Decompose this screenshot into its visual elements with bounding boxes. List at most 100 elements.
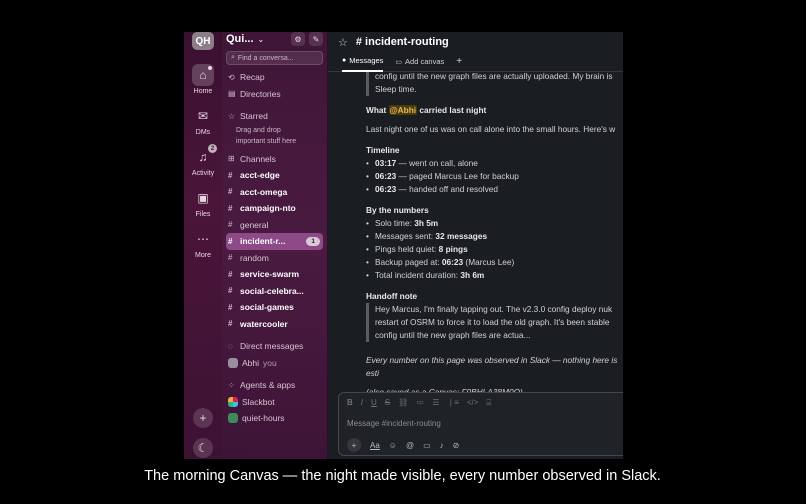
tab-messages[interactable]: ● Messages xyxy=(342,52,384,72)
hash-icon: # xyxy=(228,236,233,246)
numbers-list: Solo time: 3h 5m Messages sent: 32 messa… xyxy=(366,217,623,282)
list-item: Solo time: 3h 5m xyxy=(366,217,623,230)
sidebar-item-dm[interactable]: Abhi you xyxy=(226,355,323,372)
section-starred[interactable]: ☆ Starred xyxy=(226,108,323,125)
sidebar-item-app[interactable]: quiet-hours xyxy=(226,410,323,427)
italic-icon[interactable]: I xyxy=(361,398,363,408)
starred-note: important stuff here xyxy=(236,137,297,145)
item-text: Backup paged at: xyxy=(375,257,442,267)
list-item: 06:23 — paged Marcus Lee for backup xyxy=(366,170,623,183)
hash-icon: # xyxy=(228,269,233,279)
rail-dms[interactable]: ✉ DMs xyxy=(192,105,214,136)
item-text: Solo time: xyxy=(375,218,415,228)
sidebar-item-channel[interactable]: # watercooler xyxy=(226,316,323,333)
shortcuts-icon[interactable]: ⊘ xyxy=(453,441,460,450)
emoji-icon[interactable]: ☺ xyxy=(389,441,397,450)
format-toolbar: B I U S ⛓ ≔ ☰ ❘≡ </> ⌸ xyxy=(339,393,623,413)
sidebar-item-channel[interactable]: # acct-edge xyxy=(226,167,323,184)
activity-badge: 2 xyxy=(208,144,218,153)
hash-icon: # xyxy=(228,170,233,180)
hash-icon: # xyxy=(228,220,233,230)
gear-icon[interactable]: ⚙ xyxy=(291,32,305,46)
new-message-button[interactable]: + xyxy=(193,408,213,428)
chevron-down-icon[interactable]: ⌄ xyxy=(258,35,265,44)
add-tab-button[interactable]: + xyxy=(456,52,462,72)
starred-note: Drag and drop xyxy=(236,126,281,134)
item-value: 8 pings xyxy=(438,244,468,254)
quote-line: config until the new graph files are act… xyxy=(375,330,531,340)
files-icon: ▣ xyxy=(197,191,209,205)
message-input[interactable]: Message #incident-routing xyxy=(339,413,623,434)
format-toggle-button[interactable]: Aa xyxy=(370,441,380,450)
sidebar-item-channel[interactable]: # random xyxy=(226,250,323,267)
section-label: Channels xyxy=(240,153,276,164)
plus-icon[interactable]: + xyxy=(347,438,361,452)
message-composer[interactable]: B I U S ⛓ ≔ ☰ ❘≡ </> ⌸ Message #incident… xyxy=(338,392,623,456)
quote-line: config until the new graph files are act… xyxy=(375,71,613,81)
slack-window: QH ⌂ Home ✉ DMs ♫ 2 Activity ▣ Files ⋯ M… xyxy=(184,32,623,462)
list-item: Backup paged at: 06:23 (Marcus Lee) xyxy=(366,256,623,269)
section-direct-messages[interactable]: ◌ Direct messages xyxy=(226,338,323,355)
canvas-icon: ▭ xyxy=(395,58,403,66)
channel-label: acct-omega xyxy=(240,186,288,197)
quote-icon[interactable]: ❘≡ xyxy=(447,398,458,408)
item-suffix: (Marcus Lee) xyxy=(463,257,515,267)
star-icon[interactable]: ☆ xyxy=(338,36,348,49)
compose-icon[interactable]: ✎ xyxy=(309,32,323,46)
item-value: 3h 5m xyxy=(414,218,439,228)
tab-add-canvas[interactable]: ▭ Add canvas xyxy=(395,52,444,72)
video-icon[interactable]: ▭ xyxy=(423,441,431,450)
item-text: — paged Marcus Lee for backup xyxy=(396,171,519,181)
rail-home[interactable]: ⌂ Home xyxy=(192,64,214,95)
rail-more[interactable]: ⋯ More xyxy=(192,228,214,259)
link-icon[interactable]: ⛓ xyxy=(398,398,408,408)
section-label: Direct messages xyxy=(240,341,304,352)
sidebar-item-recap[interactable]: ⟲ Recap xyxy=(226,69,323,86)
sidebar-item-channel[interactable]: # general xyxy=(226,217,323,234)
bullet-list-icon[interactable]: ☰ xyxy=(432,398,439,408)
ordered-list-icon[interactable]: ≔ xyxy=(416,398,424,408)
rail-files[interactable]: ▣ Files xyxy=(192,187,214,218)
rail-label: More xyxy=(195,252,211,259)
strikethrough-icon[interactable]: S xyxy=(385,398,390,408)
dm-you-label: you xyxy=(263,357,277,368)
section-apps[interactable]: ⁘ Agents & apps xyxy=(226,377,323,394)
apps-icon: ⁘ xyxy=(228,380,235,390)
search-input[interactable]: ⌕ Find a conversa... xyxy=(226,51,323,65)
item-value: 32 messages xyxy=(435,231,488,241)
quote-block: config until the new graph files are act… xyxy=(366,70,623,96)
moon-icon[interactable]: ☾ xyxy=(193,438,213,458)
mention-icon[interactable]: @ xyxy=(406,441,414,450)
sidebar-item-channel[interactable]: # social-games xyxy=(226,299,323,316)
section-channels[interactable]: ⊞ Channels xyxy=(226,151,323,168)
quote-line: Hey Marcus, I'm finally tapping out. The… xyxy=(375,304,613,314)
item-text: Messages sent: xyxy=(375,231,436,241)
section-heading: What @Abhi carried last night xyxy=(366,104,623,117)
list-item: Messages sent: 32 messages xyxy=(366,230,623,243)
sidebar-item-channel[interactable]: # campaign-nto xyxy=(226,200,323,217)
code-icon[interactable]: </> xyxy=(467,398,479,408)
channel-tabs: ● Messages ▭ Add canvas + xyxy=(328,52,623,72)
channel-label: service-swarm xyxy=(240,269,300,280)
item-text: Total incident duration: xyxy=(375,270,461,280)
sidebar-item-channel[interactable]: # social-celebra... xyxy=(226,283,323,300)
sidebar-item-channel-active[interactable]: # incident-r... 1 xyxy=(226,233,323,250)
user-mention[interactable]: @Abhi xyxy=(388,105,418,115)
workspace-name[interactable]: Qui... xyxy=(226,33,254,45)
rail-activity[interactable]: ♫ 2 Activity xyxy=(192,144,218,177)
recap-icon: ⟲ xyxy=(228,72,235,82)
microphone-icon[interactable]: ♪ xyxy=(440,441,444,450)
heading-text: What xyxy=(366,105,389,115)
bold-icon[interactable]: B xyxy=(347,398,353,408)
sidebar-item-channel[interactable]: # service-swarm xyxy=(226,266,323,283)
channel-title[interactable]: # incident-routing xyxy=(356,36,449,48)
tab-label: Messages xyxy=(349,56,384,65)
dm-section-icon: ◌ xyxy=(228,341,233,351)
underline-icon[interactable]: U xyxy=(371,398,377,408)
sidebar-item-directories[interactable]: ▤ Directories xyxy=(226,86,323,103)
directory-icon: ▤ xyxy=(228,89,236,99)
sidebar-item-app[interactable]: Slackbot xyxy=(226,394,323,411)
code-block-icon[interactable]: ⌸ xyxy=(486,398,491,408)
workspace-avatar[interactable]: QH xyxy=(192,32,214,50)
sidebar-item-channel[interactable]: # acct-omega xyxy=(226,184,323,201)
